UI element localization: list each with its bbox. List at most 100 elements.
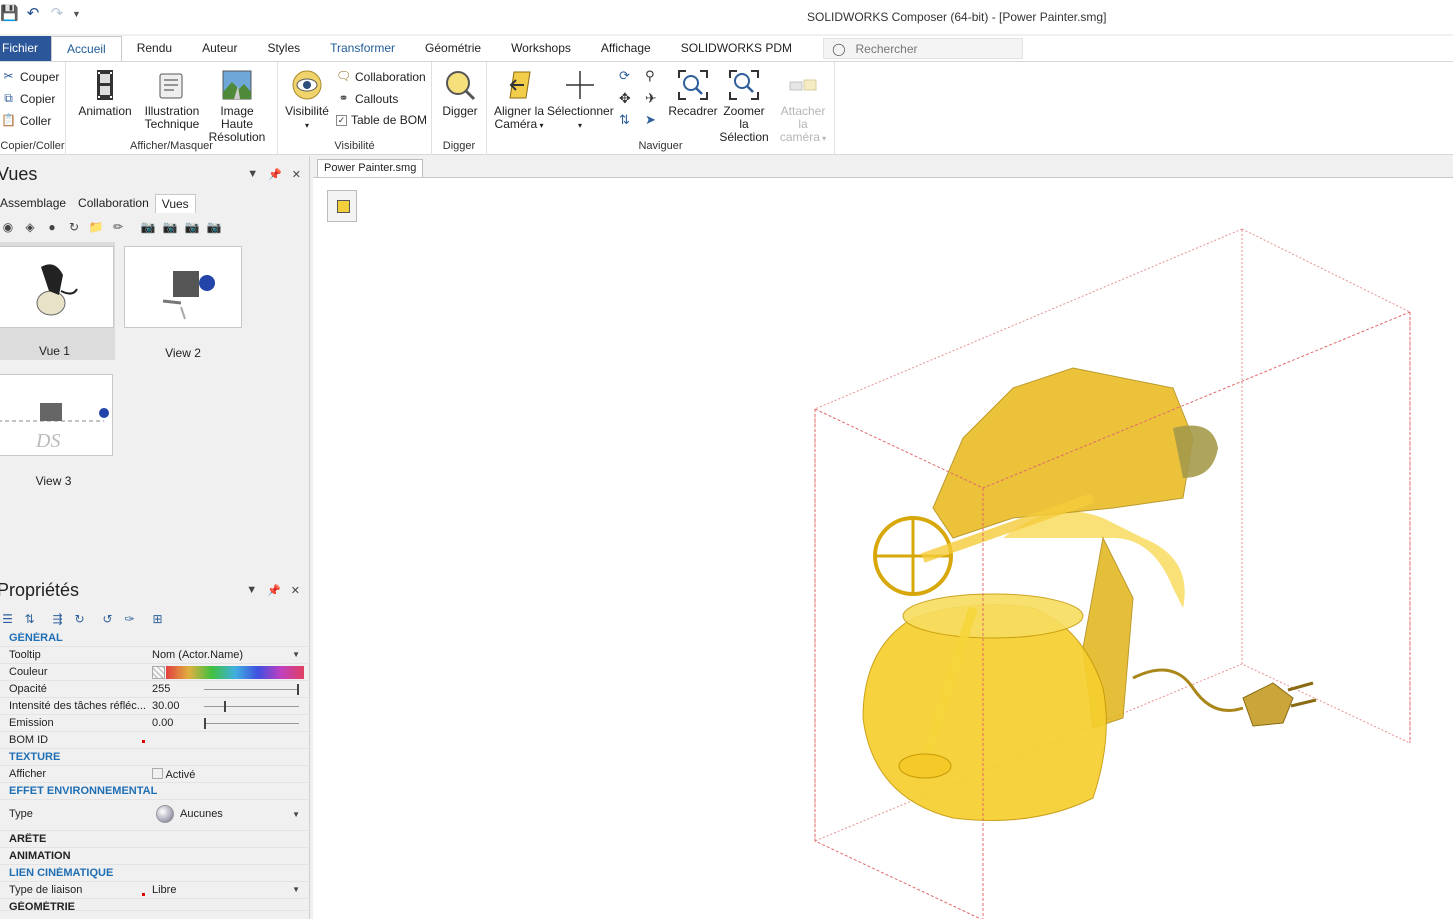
add-property-icon[interactable]: ⊞	[150, 612, 165, 627]
section-edge[interactable]: ARÊTE	[0, 831, 308, 848]
select-button[interactable]: Sélectionner ▾	[547, 68, 614, 132]
align-camera-button[interactable]: Aligner la Caméra ▾	[491, 68, 547, 132]
chevron-down-icon[interactable]: ▼	[247, 168, 258, 181]
property-row-bom-id[interactable]: BOM ID	[0, 732, 308, 749]
sort-az-icon[interactable]: ⇅	[22, 612, 37, 627]
model-render[interactable]	[313, 178, 1453, 919]
search-box[interactable]: ◯ Rechercher	[823, 38, 1024, 59]
pin-icon[interactable]: 📌	[268, 168, 282, 181]
tab-auteur[interactable]: Auteur	[187, 36, 252, 61]
close-icon[interactable]: ✕	[292, 168, 301, 181]
property-row-emission[interactable]: Emission 0.00	[0, 715, 308, 732]
section-environment-effect[interactable]: EFFET ENVIRONNEMENTAL	[0, 783, 308, 800]
property-row-tooltip[interactable]: Tooltip Nom (Actor.Name) ▼	[0, 647, 308, 664]
reset-icon[interactable]: ↺	[100, 612, 115, 627]
property-row-opacity[interactable]: Opacité 255	[0, 681, 308, 698]
collaboration-button[interactable]: 🗨 Collaboration	[336, 69, 426, 84]
slider-knob[interactable]	[224, 701, 227, 712]
cut-button[interactable]: ✂ Couper	[1, 69, 59, 84]
chevron-down-icon[interactable]: ▼	[292, 885, 300, 894]
rotate-icon[interactable]: ⟳	[619, 68, 630, 84]
link-icon[interactable]: ⇶	[50, 612, 65, 627]
emission-slider[interactable]	[204, 718, 299, 729]
tab-vues[interactable]: Vues	[154, 194, 196, 213]
tab-accueil[interactable]: Accueil	[51, 36, 122, 62]
tab-rendu[interactable]: Rendu	[122, 36, 187, 61]
tab-collaboration[interactable]: Collaboration	[72, 194, 155, 213]
fly-icon[interactable]: ✈	[645, 90, 657, 107]
section-geometry[interactable]: GÉOMÉTRIE	[0, 899, 308, 911]
property-row-link-type[interactable]: Type de liaison Libre ▼	[0, 882, 308, 899]
sync-icon[interactable]: ↻	[72, 612, 87, 627]
section-kinematic-link[interactable]: LIEN CINÉMATIQUE	[0, 865, 308, 882]
camera-icon[interactable]: 📷	[140, 219, 156, 235]
property-row-show[interactable]: Afficher Activé	[0, 766, 308, 783]
view-thumbnail[interactable]: DS View 3	[0, 374, 113, 488]
camera-icon[interactable]: 📷	[162, 219, 178, 235]
view-thumbnail[interactable]: Vue 1	[0, 242, 115, 360]
specular-slider[interactable]	[204, 701, 299, 712]
callouts-button[interactable]: ⚭ Callouts	[336, 91, 398, 106]
categorized-icon[interactable]: ☰	[0, 612, 15, 627]
visibility-button[interactable]: Visibilité ▾	[282, 68, 332, 132]
opacity-value[interactable]: 255	[152, 683, 170, 695]
tab-fichier[interactable]: Fichier	[0, 36, 52, 61]
close-icon[interactable]: ✕	[291, 584, 300, 597]
new-view-icon[interactable]: ◉	[0, 219, 16, 235]
bom-table-toggle[interactable]: ✓ Table de BOM	[336, 113, 427, 127]
redo-icon[interactable]: ↷	[48, 5, 66, 23]
tab-transformer[interactable]: Transformer	[315, 36, 410, 61]
tab-solidworks-pdm[interactable]: SOLIDWORKS PDM	[666, 36, 807, 61]
tooltip-select[interactable]: Nom (Actor.Name)	[152, 649, 243, 661]
view-thumbnail[interactable]: View 2	[124, 246, 242, 360]
specular-value[interactable]: 30.00	[152, 700, 180, 712]
section-animation[interactable]: ANIMATION	[0, 848, 308, 865]
pan-icon[interactable]: ✥	[619, 90, 631, 107]
chevron-down-icon[interactable]: ▼	[292, 650, 300, 659]
delete-view-icon[interactable]: ●	[44, 219, 60, 235]
paste-button[interactable]: 📋 Coller	[1, 113, 51, 128]
turn-table-icon[interactable]: ⇅	[619, 112, 630, 128]
no-color-swatch[interactable]	[152, 666, 165, 679]
opacity-slider[interactable]	[204, 684, 299, 695]
reframe-button[interactable]: Recadrer	[667, 68, 719, 118]
update-view-icon[interactable]: ↻	[66, 219, 82, 235]
tab-geometrie[interactable]: Géométrie	[410, 36, 496, 61]
camera-icon[interactable]: 📷	[184, 219, 200, 235]
paint-brush-icon[interactable]: ✏	[110, 219, 126, 235]
create-view-icon[interactable]: ◈	[22, 219, 38, 235]
camera-icon[interactable]: 📷	[206, 219, 222, 235]
property-row-type[interactable]: Type Aucunes ▼	[0, 800, 308, 831]
eyedropper-icon[interactable]: ✑	[122, 612, 137, 627]
high-res-image-button[interactable]: Image Haute Résolution	[204, 68, 270, 144]
save-icon[interactable]: 💾	[0, 5, 19, 23]
digger-button[interactable]: Digger	[436, 68, 484, 118]
walk-icon[interactable]: ➤	[645, 112, 656, 128]
copy-button[interactable]: ⧉ Copier	[1, 91, 55, 106]
chevron-down-icon[interactable]: ▼	[292, 810, 300, 819]
chevron-down-icon[interactable]: ▼	[246, 584, 257, 597]
tab-styles[interactable]: Styles	[252, 36, 315, 61]
animation-button[interactable]: Animation	[76, 68, 134, 118]
slider-knob[interactable]	[204, 718, 206, 729]
checkbox-checked-icon[interactable]: ✓	[336, 114, 347, 126]
section-general[interactable]: GÉNÉRAL	[0, 630, 308, 647]
environment-type-select[interactable]: Aucunes	[156, 805, 223, 823]
tab-assemblage[interactable]: Assemblage	[0, 194, 72, 213]
zoom-selection-button[interactable]: Zoomer la Sélection	[717, 68, 771, 144]
3d-viewport[interactable]	[313, 177, 1453, 919]
property-row-specular[interactable]: Intensité des tâches réfléc... 30.00	[0, 698, 308, 715]
color-spectrum-picker[interactable]	[166, 666, 304, 679]
tab-affichage[interactable]: Affichage	[586, 36, 666, 61]
zoom-icon[interactable]: ⚲	[645, 68, 655, 84]
view-folder-icon[interactable]: 📁	[88, 219, 104, 235]
document-tab[interactable]: Power Painter.smg	[317, 159, 424, 177]
technical-illustration-button[interactable]: Illustration Technique	[142, 68, 202, 131]
emission-value[interactable]: 0.00	[152, 717, 173, 729]
pin-icon[interactable]: 📌	[267, 584, 281, 597]
tab-workshops[interactable]: Workshops	[496, 36, 586, 61]
checkbox-unchecked-icon[interactable]	[152, 768, 163, 779]
link-type-select[interactable]: Libre	[152, 884, 176, 896]
attach-camera-button[interactable]: Attacher la caméra ▾	[775, 68, 831, 145]
section-texture[interactable]: TEXTURE	[0, 749, 308, 766]
